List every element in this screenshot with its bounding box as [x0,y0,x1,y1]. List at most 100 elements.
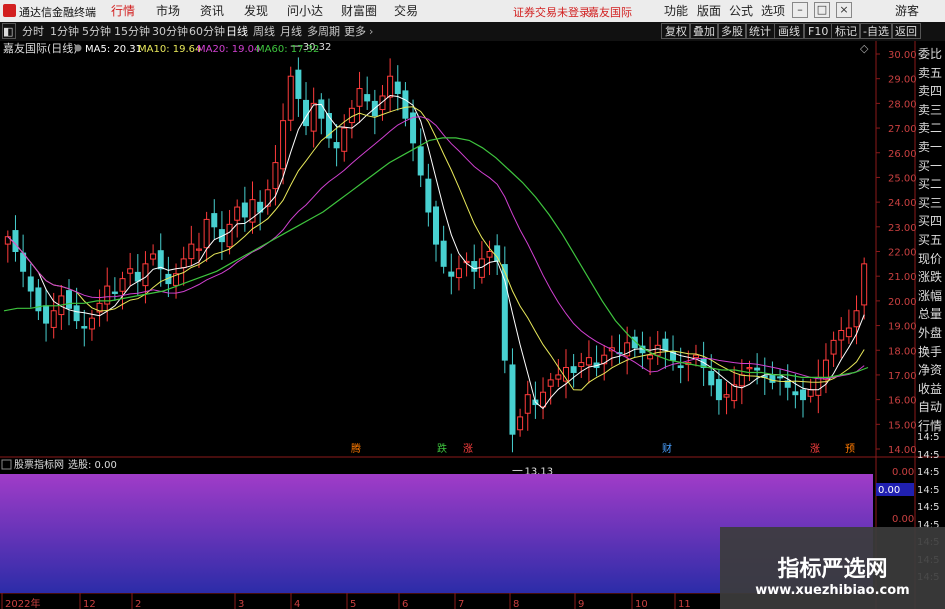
candle-body [364,94,371,102]
period-timeshare[interactable]: 分时 [22,22,44,41]
menu-discover[interactable]: 发现 [241,0,271,22]
candle-body [845,327,852,338]
x-tick-label: 8 [513,599,519,609]
candle-body [188,243,195,260]
login-notice[interactable]: 证券交易未登录 [513,4,590,20]
candle-body [731,384,738,402]
x-tick-label: 5 [350,599,356,609]
menu-quotes[interactable]: 行情 [108,0,138,22]
y-tick-label: 14.00 [888,445,917,456]
ma-legend-item: MA20: 19.04 [197,44,260,55]
event-marker: 预 [845,443,855,455]
app-title: 通达信金融终端 [19,6,96,19]
y-tick-label: 22.00 [888,248,917,259]
app-logo-icon [3,4,16,17]
indicator-tick: 0.00 [892,514,914,525]
candle-body [234,206,241,221]
multi-stock-button[interactable]: 多股 [717,23,747,39]
period-15min[interactable]: 15分钟 [114,22,150,41]
x-tick-label: 2022年 [5,597,40,609]
mark-button[interactable]: 标记 [831,23,861,39]
y-tick-label: 20.00 [888,297,917,308]
y-tick-label: 18.00 [888,346,917,357]
watermark-title: 指标严选网 [777,557,888,582]
menu-function[interactable]: 功能 [661,0,691,22]
side-panel-label: 委比 [918,47,943,61]
side-panel-label: 买二 [918,177,943,192]
period-monthly[interactable]: 月线 [280,22,302,41]
indicator-name: 股票指标网 [14,458,64,471]
y-tick-label: 16.00 [888,396,917,407]
side-panel-label: 涨幅 [918,288,943,303]
menu-wealth[interactable]: 财富圈 [338,0,380,22]
menu-news[interactable]: 资讯 [197,0,227,22]
stock-notice[interactable]: 嘉友国际 [588,4,632,20]
candle-body [754,367,761,371]
candle-body [769,374,776,383]
period-weekly[interactable]: 周线 [253,22,275,41]
candle-body [157,250,164,270]
x-tick-label: 12 [83,599,96,609]
menu-formula[interactable]: 公式 [726,0,756,22]
candle-body [211,213,218,228]
period-toolbar: ◧ 分时 1分钟 5分钟 15分钟 30分钟 60分钟 日线 周线 月线 多周期… [0,22,945,42]
tick-time: 14:5 [917,449,940,461]
period-30min[interactable]: 30分钟 [152,22,188,41]
event-marker: 涨 [463,443,473,455]
menu-trade[interactable]: 交易 [391,0,421,22]
draw-button[interactable]: 画线 [774,23,804,39]
y-tick-label: 25.00 [888,173,917,184]
kline-chart[interactable]: 30.0029.0028.0027.0026.0025.0024.0023.00… [0,41,945,609]
candle-body [295,69,302,99]
candle-body [88,317,95,330]
candle-body [524,394,531,414]
side-panel-label[interactable]: 自动 [918,398,945,417]
period-1min[interactable]: 1分钟 [50,22,79,41]
f10-button[interactable]: F10 [804,23,833,39]
x-tick-label: 9 [578,599,584,609]
guest-label[interactable]: 游客 [890,0,924,22]
ma-legend-item: MA5: 20.31 [85,44,142,55]
period-more[interactable]: 更多 [344,22,366,41]
candle-body [203,218,210,249]
y-tick-label: 19.00 [888,322,917,333]
maximize-icon[interactable]: □ [814,2,830,18]
candle-body [387,75,394,98]
watchlist-button[interactable]: -自选 [859,23,893,39]
candle-body [509,364,516,435]
y-tick-label: 24.00 [888,198,917,209]
candle-body [677,365,684,369]
minimize-icon[interactable]: – [792,2,808,18]
menu-ask[interactable]: 问小达 [284,0,326,22]
indicator-value: 选股: 0.00 [68,458,117,471]
chevron-right-icon[interactable]: › [369,22,373,41]
candle-body [792,391,799,396]
overlay-button[interactable]: 叠加 [689,23,719,39]
tick-time: 14:5 [917,432,940,443]
menu-layout[interactable]: 版面 [694,0,724,22]
stats-button[interactable]: 统计 [745,23,775,39]
period-5min[interactable]: 5分钟 [82,22,111,41]
menu-market[interactable]: 市场 [153,0,183,22]
candle-body [433,206,439,245]
side-panel-label: 卖三 [918,102,943,117]
tick-time: 14:5 [917,502,940,513]
collapse-icon[interactable]: ◧ [2,23,16,39]
x-tick-label: 2 [135,599,141,609]
period-daily[interactable]: 日线 [226,22,248,41]
event-marker: 腾 [351,442,361,455]
candle-body [715,379,722,401]
period-multi[interactable]: 多周期 [307,22,340,41]
period-60min[interactable]: 60分钟 [189,22,225,41]
adjust-button[interactable]: 复权 [661,23,691,39]
candle-body [440,240,447,267]
candle-body [471,261,478,272]
y-tick-label: 17.00 [888,371,917,382]
candle-body [303,99,310,127]
candle-body [555,374,562,380]
back-button[interactable]: 返回 [891,23,921,39]
y-tick-label: 15.00 [888,420,917,431]
menu-options[interactable]: 选项 [758,0,788,22]
close-icon[interactable]: × [836,2,852,18]
ma-legend-item: MA60: 17.32 [256,44,319,55]
